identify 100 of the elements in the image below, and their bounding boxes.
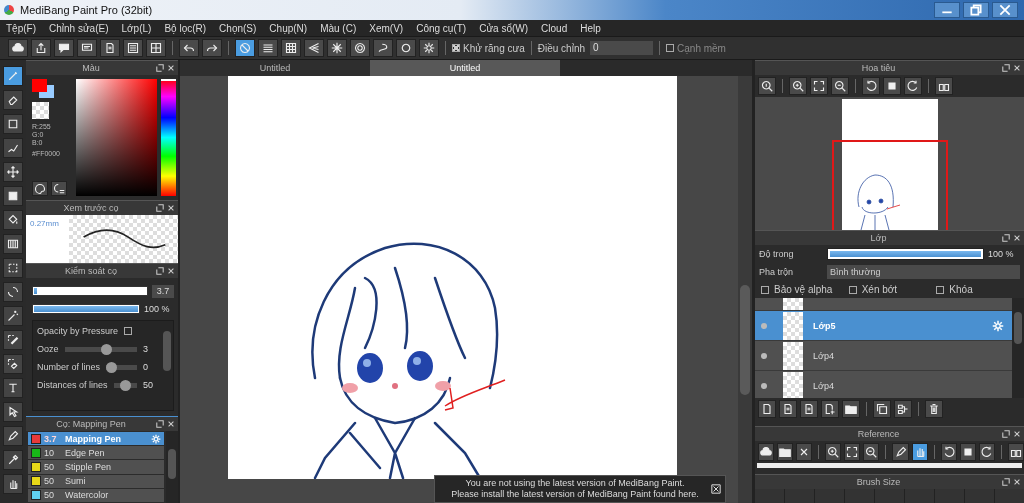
toolbar-button[interactable] [179, 39, 199, 57]
setting-checkbox[interactable] [124, 327, 133, 335]
slider-thumb[interactable] [101, 343, 113, 355]
document-tab[interactable]: Untitled [180, 60, 370, 76]
tool-button[interactable] [3, 234, 23, 254]
navigator-button[interactable] [935, 77, 953, 95]
tool-button[interactable] [3, 90, 23, 110]
menu-item[interactable]: Màu (C) [320, 22, 357, 34]
menu-item[interactable]: Công cụ(T) [416, 22, 467, 34]
blend-mode-dropdown[interactable]: Bình thường [827, 265, 1020, 279]
layer-tool-button[interactable] [925, 400, 943, 418]
tool-button[interactable] [3, 162, 23, 182]
minimize-icon[interactable] [934, 2, 960, 18]
toolbar-button[interactable] [146, 39, 166, 57]
slider-thumb[interactable] [119, 379, 131, 391]
brush-size-value[interactable]: 3.7 [152, 284, 174, 298]
reference-button[interactable] [825, 443, 842, 461]
menu-item[interactable]: Chụp(N) [269, 22, 308, 34]
layer-tool-button[interactable] [894, 400, 912, 418]
toolbar-button[interactable] [396, 39, 416, 57]
layer-row[interactable] [755, 298, 1012, 310]
navigator-button[interactable] [904, 77, 922, 95]
toolbar-button[interactable] [100, 39, 120, 57]
brush-list-item[interactable]: 50 Stipple Pen [28, 460, 164, 474]
navigator-button[interactable] [758, 77, 776, 95]
toolbar-button[interactable] [258, 39, 278, 57]
undock-icon[interactable] [156, 204, 164, 212]
reference-button[interactable] [1007, 443, 1024, 461]
toolbar-button[interactable] [350, 39, 370, 57]
layer-row[interactable]: Lớp4 [755, 371, 1012, 398]
correction-dropdown[interactable]: 0 [590, 41, 654, 55]
palette-button[interactable] [32, 181, 48, 196]
toolbar-button[interactable] [202, 39, 222, 57]
navigator-button[interactable] [810, 77, 828, 95]
tool-button[interactable] [3, 354, 23, 374]
layer-option-checkbox[interactable] [936, 285, 945, 294]
layer-tool-button[interactable] [842, 400, 860, 418]
toolbar-button[interactable] [373, 39, 393, 57]
menu-item[interactable]: Help [580, 22, 601, 34]
color-swatches-drawing[interactable] [32, 79, 54, 99]
undock-icon[interactable] [1002, 430, 1010, 438]
undock-icon[interactable] [1002, 64, 1010, 72]
tool-button[interactable] [3, 282, 23, 302]
layer-tool-button[interactable] [800, 400, 818, 418]
tool-button[interactable] [3, 474, 23, 494]
layer-row[interactable]: Lớp4 [755, 341, 1012, 370]
navigator-button[interactable] [831, 77, 849, 95]
toolbar-button[interactable] [327, 39, 347, 57]
brush-list-item[interactable]: 50 Sumi [28, 474, 164, 488]
antialias-checkbox[interactable] [452, 44, 460, 52]
scrollbar[interactable] [166, 431, 178, 503]
toolbar-button[interactable] [8, 39, 28, 57]
tool-button[interactable] [3, 426, 23, 446]
scrollbar[interactable] [1012, 298, 1024, 398]
tool-button[interactable] [3, 330, 23, 350]
menu-item[interactable]: Lớp(L) [121, 22, 152, 34]
menu-item[interactable]: Tệp(F) [6, 22, 36, 34]
navigator-button[interactable] [862, 77, 880, 95]
menu-item[interactable]: Chọn(S) [219, 22, 257, 34]
reference-button[interactable] [796, 443, 813, 461]
toolbar-button[interactable] [419, 39, 439, 57]
undock-icon[interactable] [156, 64, 164, 72]
reference-button[interactable] [959, 443, 976, 461]
navigator-button[interactable] [789, 77, 807, 95]
gear-icon[interactable] [992, 319, 1004, 332]
layer-tool-button[interactable] [873, 400, 891, 418]
gear-icon[interactable] [151, 433, 161, 444]
slider-thumb[interactable] [106, 361, 118, 373]
undock-icon[interactable] [156, 267, 164, 275]
undock-icon[interactable] [1002, 234, 1010, 242]
layer-option-checkbox[interactable] [761, 285, 769, 294]
layer-option-checkbox[interactable] [848, 285, 857, 294]
brush-size-slider[interactable] [32, 286, 148, 296]
visibility-dot[interactable] [761, 382, 767, 389]
menu-item[interactable]: Xem(V) [369, 22, 404, 34]
close-icon[interactable] [992, 2, 1018, 18]
undock-icon[interactable] [156, 420, 164, 428]
toolbar-button[interactable] [54, 39, 74, 57]
reference-button[interactable] [777, 443, 794, 461]
soft-edge-checkbox[interactable] [666, 44, 675, 52]
scrollbar[interactable] [738, 76, 752, 503]
tool-button[interactable] [3, 138, 23, 158]
tool-button[interactable] [3, 450, 23, 470]
reference-button[interactable] [911, 443, 928, 461]
reference-button[interactable] [863, 443, 880, 461]
reference-button[interactable] [978, 443, 995, 461]
tool-button[interactable] [3, 402, 23, 422]
toolbar-button[interactable] [31, 39, 51, 57]
document-tab[interactable]: Untitled [370, 60, 560, 76]
tool-button[interactable] [3, 114, 23, 134]
undock-icon[interactable] [1002, 478, 1010, 486]
reference-button[interactable] [892, 443, 909, 461]
brush-list-item[interactable]: 10 Edge Pen [28, 446, 164, 460]
transparent-swatch[interactable] [32, 102, 49, 119]
menu-item[interactable]: Cửa sổ(W) [479, 22, 529, 34]
brush-list-item[interactable]: 50 Watercolor [28, 488, 164, 502]
menu-item[interactable]: Bộ lọc(R) [164, 22, 207, 34]
tool-button[interactable] [3, 186, 23, 206]
layer-tool-button[interactable] [758, 400, 776, 418]
menu-item[interactable]: Cloud [541, 22, 568, 34]
